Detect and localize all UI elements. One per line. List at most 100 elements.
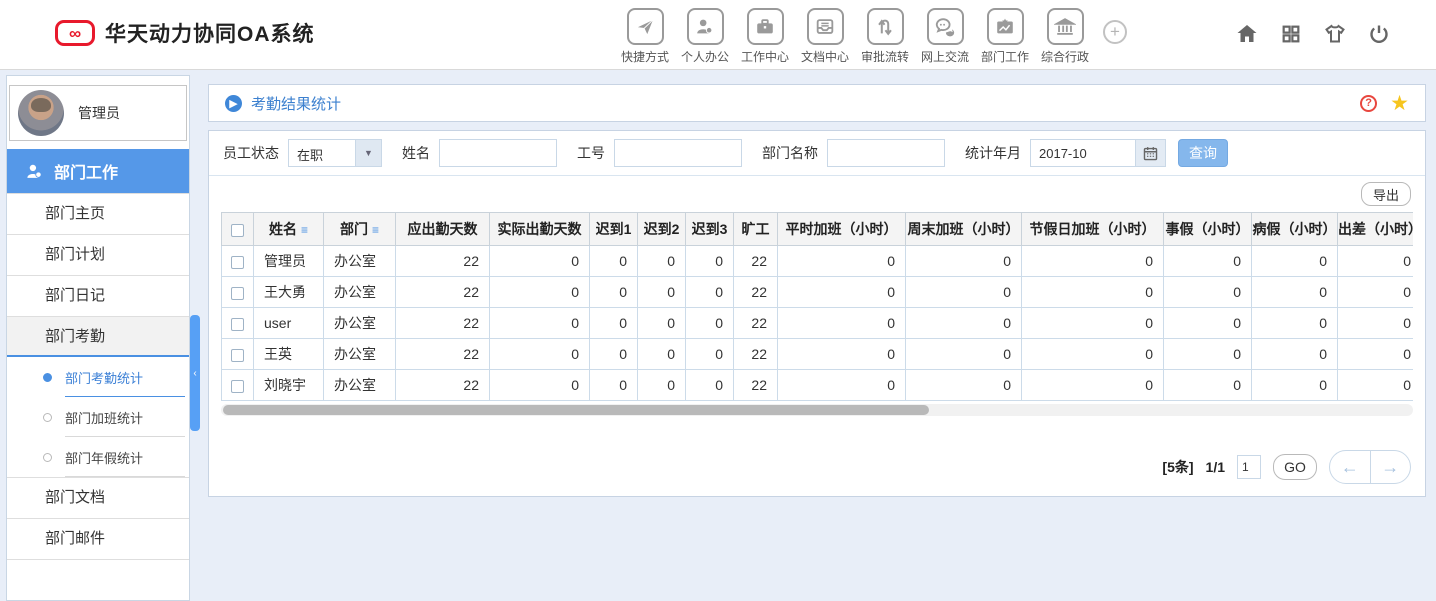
nav-label: 个人办公 xyxy=(681,48,729,65)
month-input[interactable] xyxy=(1030,139,1136,167)
nav-label: 网上交流 xyxy=(921,48,969,65)
export-row: 导出 xyxy=(209,176,1425,212)
row-checkbox[interactable] xyxy=(231,318,244,331)
column-header: 事假（小时） xyxy=(1164,213,1252,246)
column-header: 旷工 xyxy=(734,213,778,246)
sidebar-section-header[interactable]: 部门工作 xyxy=(7,149,189,193)
horizontal-scrollbar[interactable] xyxy=(221,404,1413,416)
row-checkbox[interactable] xyxy=(231,287,244,300)
select-all-checkbox[interactable] xyxy=(231,224,244,237)
row-checkbox[interactable] xyxy=(231,349,244,362)
row-checkbox[interactable] xyxy=(231,380,244,393)
page-title: 考勤结果统计 xyxy=(251,93,341,114)
nav-label: 部门工作 xyxy=(981,48,1029,65)
cell: 0 xyxy=(778,370,906,401)
scrollbar-thumb[interactable] xyxy=(223,405,929,415)
sidebar-item-dept-attendance[interactable]: 部门考勤 xyxy=(7,316,189,357)
sort-icon[interactable]: ≡ xyxy=(372,223,379,237)
cell: 0 xyxy=(590,246,638,277)
nav-item-work-center[interactable]: 工作中心 xyxy=(735,8,795,65)
sidebar-item-dept-home[interactable]: 部门主页 xyxy=(7,193,189,234)
cell: 0 xyxy=(1252,277,1338,308)
user-card[interactable]: 管理员 xyxy=(9,85,187,141)
table-row[interactable]: 王大勇办公室22000022000000 xyxy=(222,277,1414,308)
paper-plane-icon xyxy=(627,8,664,45)
status-label: 员工状态 xyxy=(223,143,279,163)
table-row[interactable]: user办公室22000022000000 xyxy=(222,308,1414,339)
cell: 0 xyxy=(1338,246,1414,277)
checkbox-cell xyxy=(222,277,254,308)
nav-item-online-chat[interactable]: 网上交流 xyxy=(915,8,975,65)
name-input[interactable] xyxy=(439,139,557,167)
briefcase-icon xyxy=(747,8,784,45)
cell: 22 xyxy=(734,339,778,370)
jobno-input[interactable] xyxy=(614,139,742,167)
cell: 办公室 xyxy=(324,308,396,339)
table-row[interactable]: 刘晓宇办公室22000022000000 xyxy=(222,370,1414,401)
cell: 办公室 xyxy=(324,277,396,308)
page-info: 1/1 xyxy=(1206,459,1225,475)
cell: 22 xyxy=(396,370,490,401)
chevron-down-icon[interactable]: ▼ xyxy=(355,140,381,166)
home-icon[interactable] xyxy=(1234,21,1260,47)
cell: 0 xyxy=(906,339,1022,370)
theme-tshirt-icon[interactable] xyxy=(1322,21,1348,47)
column-header: 节假日加班（小时） xyxy=(1022,213,1164,246)
checkbox-cell xyxy=(222,308,254,339)
content-area: ▶ 考勤结果统计 ? ★ 员工状态 在职 ▼ 姓名 工号 部门名称 xyxy=(208,84,1426,497)
column-header: 应出勤天数 xyxy=(396,213,490,246)
calendar-icon[interactable] xyxy=(1136,139,1166,167)
dept-input[interactable] xyxy=(827,139,945,167)
flow-arrows-icon xyxy=(867,8,904,45)
table-row[interactable]: 管理员办公室22000022000000 xyxy=(222,246,1414,277)
checkbox-cell xyxy=(222,370,254,401)
person-badge-icon xyxy=(25,162,44,181)
power-icon[interactable] xyxy=(1366,21,1392,47)
subitem-annual-leave-stats[interactable]: 部门年假统计 xyxy=(7,437,189,477)
title-panel: ▶ 考勤结果统计 ? ★ xyxy=(208,84,1426,122)
sidebar-item-dept-plan[interactable]: 部门计划 xyxy=(7,234,189,275)
add-module-button[interactable]: + xyxy=(1103,20,1127,44)
apps-grid-icon[interactable] xyxy=(1278,21,1304,47)
go-button[interactable]: GO xyxy=(1273,454,1317,480)
nav-item-approval-flow[interactable]: 审批流转 xyxy=(855,8,915,65)
table-row[interactable]: 王英办公室22000022000000 xyxy=(222,339,1414,370)
sidebar-collapse-handle[interactable]: ‹ xyxy=(190,315,200,431)
prev-page-arrow-icon[interactable]: ← xyxy=(1330,451,1371,483)
nav-item-personal-office[interactable]: 个人办公 xyxy=(675,8,735,65)
checkbox-cell xyxy=(222,339,254,370)
cell: 0 xyxy=(1164,277,1252,308)
row-checkbox[interactable] xyxy=(231,256,244,269)
nav-item-department-work[interactable]: 部门工作 xyxy=(975,8,1035,65)
nav-label: 综合行政 xyxy=(1041,48,1089,65)
main-nav: 快捷方式 个人办公 工作中心 文档中心 xyxy=(615,8,1127,65)
document-tray-icon xyxy=(807,8,844,45)
column-header: 迟到2 xyxy=(638,213,686,246)
brand[interactable]: ∞ 华天动力协同OA系统 xyxy=(55,18,315,48)
sidebar-item-dept-mail[interactable]: 部门邮件 xyxy=(7,518,189,559)
attendance-submenu: 部门考勤统计 部门加班统计 部门年假统计 xyxy=(7,357,189,477)
sidebar-item-dept-diary[interactable]: 部门日记 xyxy=(7,275,189,316)
table-header-row: 姓名≡部门≡应出勤天数实际出勤天数迟到1迟到2迟到3旷工平时加班（小时）周末加班… xyxy=(222,213,1414,246)
export-button[interactable]: 导出 xyxy=(1361,182,1411,206)
nav-item-document-center[interactable]: 文档中心 xyxy=(795,8,855,65)
next-page-arrow-icon[interactable]: → xyxy=(1371,451,1411,483)
top-header: ∞ 华天动力协同OA系统 快捷方式 个人办公 工作中心 xyxy=(0,0,1436,70)
help-icon[interactable]: ? xyxy=(1360,95,1377,112)
search-button[interactable]: 查询 xyxy=(1178,139,1228,167)
favorite-star-icon[interactable]: ★ xyxy=(1390,93,1409,114)
status-select[interactable]: 在职 ▼ xyxy=(288,139,382,167)
cell: 0 xyxy=(686,339,734,370)
sidebar-item-dept-docs[interactable]: 部门文档 xyxy=(7,477,189,518)
column-header: 实际出勤天数 xyxy=(490,213,590,246)
cell: 办公室 xyxy=(324,339,396,370)
page-number-input[interactable] xyxy=(1237,455,1261,479)
cell: 0 xyxy=(686,370,734,401)
subitem-overtime-stats[interactable]: 部门加班统计 xyxy=(7,397,189,437)
nav-item-shortcuts[interactable]: 快捷方式 xyxy=(615,8,675,65)
logo-infinity-icon: ∞ xyxy=(55,20,95,46)
subitem-attendance-stats[interactable]: 部门考勤统计 xyxy=(7,357,189,397)
cell: 0 xyxy=(1164,246,1252,277)
nav-item-general-admin[interactable]: 综合行政 xyxy=(1035,8,1095,65)
sort-icon[interactable]: ≡ xyxy=(301,223,308,237)
